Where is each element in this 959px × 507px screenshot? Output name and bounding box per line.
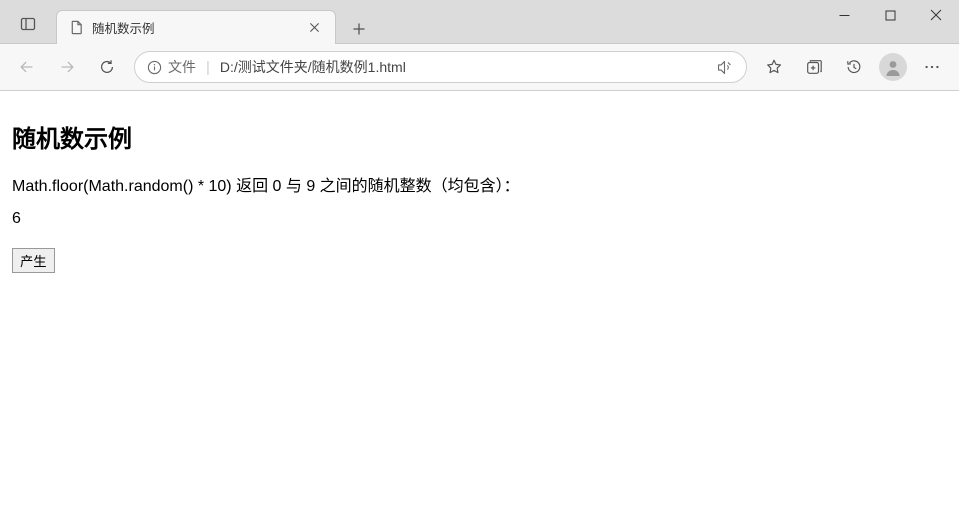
forward-button[interactable]	[48, 48, 86, 86]
window-titlebar: 随机数示例	[0, 0, 959, 44]
read-aloud-icon[interactable]	[710, 59, 738, 76]
collections-icon[interactable]	[795, 48, 833, 86]
address-separator: |	[206, 59, 210, 76]
more-icon[interactable]	[913, 48, 951, 86]
history-icon[interactable]	[835, 48, 873, 86]
address-bar[interactable]: 文件 | D:/测试文件夹/随机数例1.html	[134, 51, 747, 83]
file-icon	[69, 20, 84, 35]
generate-button[interactable]: 产生	[12, 248, 55, 273]
refresh-button[interactable]	[88, 48, 126, 86]
minimize-button[interactable]	[821, 0, 867, 30]
window-controls	[821, 0, 959, 34]
tab-actions-icon[interactable]	[8, 4, 48, 44]
info-icon[interactable]	[147, 60, 162, 75]
page-viewport: 随机数示例 Math.floor(Math.random() * 10) 返回 …	[0, 91, 959, 289]
address-url: D:/测试文件夹/随机数例1.html	[220, 57, 704, 77]
new-tab-button[interactable]	[344, 14, 374, 44]
browser-tab[interactable]: 随机数示例	[56, 10, 336, 44]
close-tab-icon[interactable]	[305, 19, 323, 37]
back-button[interactable]	[8, 48, 46, 86]
page-heading: 随机数示例	[12, 119, 947, 154]
close-window-button[interactable]	[913, 0, 959, 30]
tab-strip: 随机数示例	[0, 0, 374, 44]
toolbar-right	[755, 48, 951, 86]
browser-toolbar: 文件 | D:/测试文件夹/随机数例1.html	[0, 44, 959, 91]
maximize-button[interactable]	[867, 0, 913, 30]
page-description: Math.floor(Math.random() * 10) 返回 0 与 9 …	[12, 172, 947, 196]
random-result: 6	[12, 210, 947, 228]
favorites-icon[interactable]	[755, 48, 793, 86]
address-scheme-label: 文件	[168, 57, 196, 77]
tab-title: 随机数示例	[92, 18, 297, 37]
profile-avatar[interactable]	[879, 53, 907, 81]
